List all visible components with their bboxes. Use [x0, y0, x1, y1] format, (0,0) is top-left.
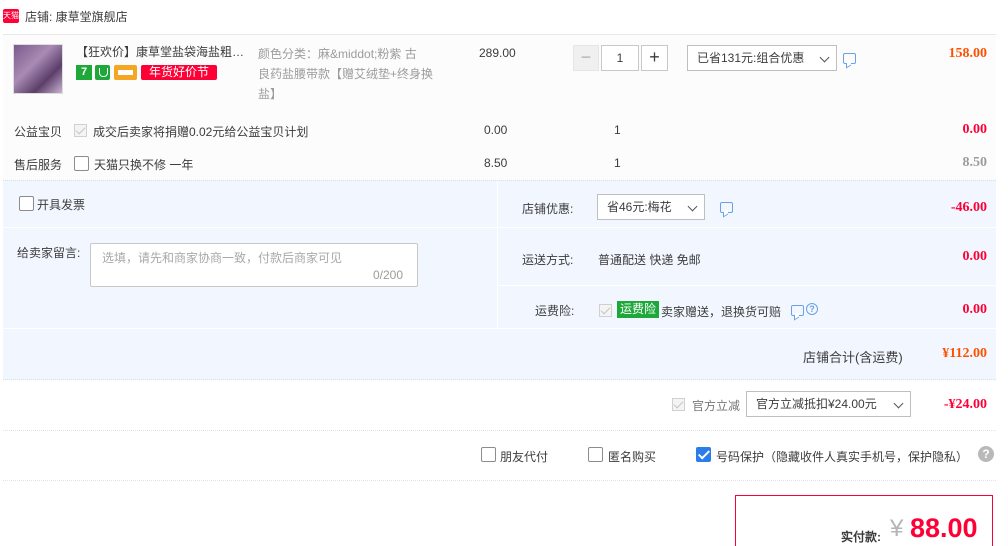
chat-icon[interactable] — [791, 305, 804, 316]
panel-divider — [498, 227, 996, 228]
credit-card-icon — [114, 65, 137, 80]
message-placeholder: 选填，请先和商家协商一致，付款后商家可见 — [102, 251, 343, 265]
shop-total-amount: ¥112.00 — [942, 346, 987, 361]
shop-discount-value: 省46元:梅花 — [607, 200, 672, 214]
shipping-label: 运送方式: — [522, 253, 574, 267]
aftersale-total: 8.50 — [962, 155, 988, 170]
chevron-down-icon — [819, 52, 830, 63]
message-char-counter: 0/200 — [373, 268, 404, 282]
sku-info: 颜色分类：麻&middot;粉紫 古 良药盐腰带款【赠艾绒垫+终身换 盐】 — [258, 44, 443, 104]
aftersale-text: 天猫只换不修 一年 — [94, 158, 194, 172]
shop-name-link[interactable]: 店铺: 康草堂旗舰店 — [25, 8, 128, 25]
friend-pay-checkbox[interactable] — [481, 447, 496, 462]
chevron-down-icon — [687, 201, 698, 212]
official-discount-checkbox — [672, 398, 685, 411]
chat-icon[interactable] — [720, 202, 733, 213]
panel-divider — [498, 285, 996, 286]
official-discount-select[interactable]: 官方立减抵扣¥24.00元 — [746, 391, 911, 417]
sku-line: 良药盐腰带款【赠艾绒垫+终身换 — [258, 67, 434, 81]
shop-discount-label: 店铺优惠: — [522, 202, 574, 216]
unit-price: 289.00 — [479, 46, 516, 60]
number-protect-checkbox[interactable] — [696, 447, 711, 462]
item-discount-value: 已省131元:组合优惠 — [697, 51, 805, 65]
promo-badge: 年货好价节 — [141, 65, 217, 80]
freight-insurance-amount: 0.00 — [962, 302, 988, 317]
freight-insurance-tag: 运费险 — [617, 301, 660, 318]
shop-header: 天猫 店铺: 康草堂旗舰店 — [0, 0, 1008, 34]
sku-line: 颜色分类：麻&middot;粉紫 古 — [258, 47, 417, 61]
help-icon[interactable]: ? — [978, 446, 994, 462]
quantity-increase-button[interactable]: + — [641, 45, 668, 71]
tmall-icon: 天猫 — [3, 9, 19, 23]
quantity-input[interactable] — [601, 45, 639, 71]
freight-insurance-text: 卖家赠送，退换货可赔 — [661, 305, 782, 319]
sku-line: 盐】 — [258, 87, 283, 101]
aftersale-price: 8.50 — [484, 156, 508, 170]
official-discount-amount: -¥24.00 — [943, 397, 987, 412]
shipping-method: 普通配送 快递 免邮 — [598, 253, 701, 267]
message-label: 给卖家留言: — [17, 246, 81, 260]
friend-pay-label: 朋友代付 — [500, 450, 549, 464]
invoice-label: 开具发票 — [37, 198, 86, 212]
panel-divider — [497, 181, 498, 328]
invoice-checkbox[interactable] — [19, 196, 34, 211]
anonymous-label: 匿名购买 — [608, 450, 657, 464]
charity-checkbox — [74, 124, 87, 137]
item-discount-select[interactable]: 已省131元:组合优惠 — [687, 45, 837, 71]
shop-total-label: 店铺合计(含运费) — [803, 350, 903, 365]
aftersale-checkbox[interactable] — [74, 156, 89, 171]
charity-qty: 1 — [614, 123, 621, 137]
aftersale-qty: 1 — [614, 156, 621, 170]
anonymous-checkbox[interactable] — [588, 447, 603, 462]
divider — [3, 480, 996, 481]
product-title-link[interactable]: 【狂欢价】康草堂盐袋海盐粗盐热敷包 — [76, 44, 256, 60]
charity-text: 成交后卖家将捐赠0.02元给公益宝贝计划 — [93, 125, 309, 139]
divider — [3, 430, 996, 431]
freight-insurance-label: 运费险: — [535, 304, 575, 318]
help-icon[interactable]: ? — [806, 303, 818, 315]
panel-divider — [3, 328, 996, 329]
quantity-decrease-button[interactable]: − — [573, 45, 599, 71]
currency-symbol: ¥ — [890, 515, 904, 542]
aftersale-label: 售后服务 — [14, 158, 63, 172]
official-discount-label: 官方立减 — [692, 399, 741, 413]
payment-label: 实付款: — [841, 530, 881, 544]
product-thumbnail[interactable] — [13, 44, 63, 94]
shop-discount-amount: -46.00 — [950, 200, 987, 215]
charity-label: 公益宝贝 — [14, 125, 63, 139]
shipping-amount: 0.00 — [962, 249, 988, 264]
payment-amount: 88.00 — [910, 513, 978, 543]
charity-total: 0.00 — [962, 122, 988, 137]
freight-insurance-checkbox — [599, 304, 612, 317]
shop-discount-select[interactable]: 省46元:梅花 — [597, 194, 705, 220]
official-discount-value: 官方立减抵扣¥24.00元 — [756, 397, 877, 411]
item-total: 158.00 — [948, 46, 988, 61]
guarantee-shield-icon — [95, 65, 110, 80]
panel-divider — [3, 227, 497, 228]
seven-day-return-icon: 7 — [76, 65, 92, 80]
charity-price: 0.00 — [484, 123, 508, 137]
chat-icon[interactable] — [843, 53, 856, 64]
number-protect-label: 号码保护（隐藏收件人真实手机号，保护隐私） — [716, 450, 969, 464]
